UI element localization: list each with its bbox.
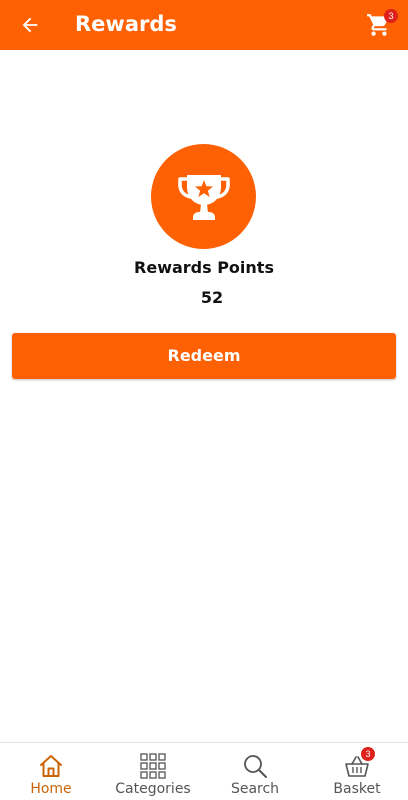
nav-home[interactable]: Home [0, 743, 102, 800]
trophy-icon [177, 174, 230, 220]
basket-icon-wrapper: 3 [343, 747, 375, 780]
nav-basket-label: Basket [333, 781, 381, 797]
nav-home-label: Home [30, 781, 72, 797]
nav-categories[interactable]: Categories [102, 743, 204, 800]
nav-categories-label: Categories [115, 781, 191, 797]
grid-icon [140, 753, 166, 779]
page-title: Rewards [75, 12, 177, 36]
search-icon [244, 755, 267, 778]
home-icon [40, 755, 62, 777]
rewards-screen: Rewards 3 Rewards Points 52 Redeem Home … [0, 0, 408, 800]
nav-basket[interactable]: 3 Basket [306, 743, 408, 800]
back-button[interactable] [16, 11, 44, 39]
bottom-navigation: Home Categories Search 3 Basket [0, 742, 408, 800]
arrow-left-icon [22, 17, 38, 33]
nav-search[interactable]: Search [204, 743, 306, 800]
rewards-points-label: Rewards Points [134, 258, 274, 277]
redeem-button[interactable]: Redeem [12, 333, 396, 379]
nav-search-label: Search [230, 781, 280, 797]
app-header: Rewards 3 [0, 0, 408, 50]
basket-count-badge: 3 [361, 747, 375, 761]
trophy-badge [151, 144, 256, 249]
rewards-points-value: 52 [200, 288, 224, 307]
cart-button[interactable]: 3 [366, 9, 398, 40]
cart-count-badge: 3 [384, 9, 398, 23]
